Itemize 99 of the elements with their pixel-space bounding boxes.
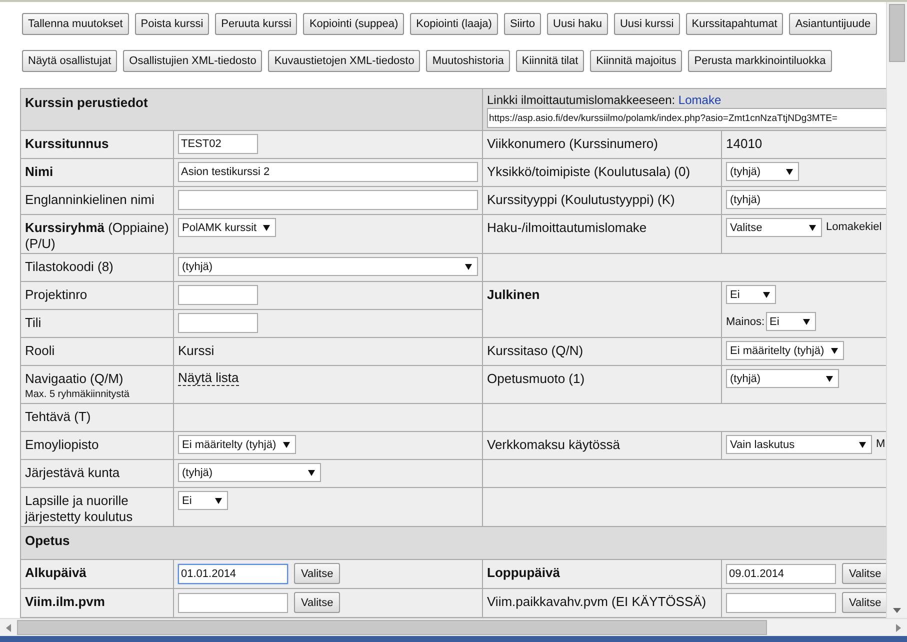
dropdown[interactable]: (tyhjä): [178, 257, 478, 276]
dropdown[interactable]: (tyhjä): [726, 190, 886, 209]
toolbar-button[interactable]: Kopiointi (suppea): [303, 13, 404, 35]
form-link[interactable]: Lomake: [678, 93, 722, 107]
field-label: Tilastokoodi (8): [25, 259, 114, 275]
toolbar-button[interactable]: Asiantuntijuude: [789, 13, 877, 35]
caret-icon: [465, 263, 472, 270]
caret-icon: [263, 224, 270, 231]
field-label: Loppupäivä: [487, 565, 561, 581]
caret-icon: [802, 318, 810, 325]
dropdown[interactable]: Ei: [726, 285, 776, 304]
section-title: Kurssin perustiedot: [21, 89, 482, 130]
field-label: M: [876, 437, 886, 452]
toolbar-button[interactable]: Osallistujien XML-tiedosto: [123, 50, 262, 72]
dropdown[interactable]: (tyhjä): [726, 162, 799, 181]
scrollbar-thumb[interactable]: [17, 620, 767, 635]
text-field[interactable]: [178, 285, 258, 305]
toolbar-button[interactable]: Näytä osallistujat: [22, 50, 118, 72]
field-label: Nimi: [25, 164, 54, 180]
toolbar-button[interactable]: Peruuta kurssi: [215, 13, 298, 35]
field-note: Max. 5 ryhmäkiinnitystä: [25, 388, 130, 402]
section-title: Opetus: [21, 527, 886, 559]
field-label: Haku-/ilmoittautumislomake: [487, 220, 648, 236]
dropdown[interactable]: Valitse: [726, 218, 822, 237]
choose-button[interactable]: Valitse: [842, 563, 886, 584]
caret-icon: [809, 224, 816, 231]
field-label: Viikkonumero (Kurssinumero): [487, 136, 659, 152]
date-field[interactable]: 01.01.2014: [178, 564, 288, 584]
dropdown[interactable]: Vain laskutus: [726, 435, 872, 454]
text-field[interactable]: Asion testikurssi 2: [178, 162, 478, 182]
toolbar-button[interactable]: Kiinnitä majoitus: [590, 50, 682, 72]
caret-icon: [215, 497, 222, 504]
toolbar-button[interactable]: Kuvaustietojen XML-tiedosto: [268, 50, 420, 72]
choose-button[interactable]: Valitse: [294, 563, 340, 584]
toolbar-button[interactable]: Perusta markkinointiluokka: [688, 50, 832, 72]
field-label: Mainos:: [726, 316, 765, 328]
field-label: Kurssitunnus: [25, 136, 110, 152]
field-value: 14010: [726, 135, 762, 151]
text-field[interactable]: [178, 313, 258, 333]
field-label: Opetusmuoto (1): [487, 371, 586, 387]
toolbar-button[interactable]: Uusi kurssi: [614, 13, 680, 35]
field-label: Englanninkielinen nimi: [25, 192, 156, 208]
caret-icon: [831, 347, 838, 354]
toolbar-button[interactable]: Tallenna muutokset: [22, 13, 129, 35]
link-caption: Linkki ilmoittautumislomakkeeseen: Lomake: [487, 93, 722, 107]
field-label: Projektinro: [25, 287, 88, 303]
field-label: Lapsille ja nuorille järjestetty koulutus: [25, 493, 134, 525]
vertical-scrollbar[interactable]: [886, 2, 907, 618]
toolbar-button[interactable]: Siirto: [504, 13, 542, 35]
field-label: Viim.ilm.pvm: [25, 594, 106, 610]
list-link[interactable]: Näytä lista: [178, 369, 239, 386]
field-label: Rooli: [25, 343, 56, 359]
field-label: Kurssityyppi (Koulutustyyppi) (K): [487, 192, 676, 208]
down-arrow-icon[interactable]: [893, 608, 901, 613]
dropdown[interactable]: PolAMK kurssit: [178, 218, 276, 237]
scrollbar-thumb[interactable]: [889, 4, 905, 62]
choose-button[interactable]: Valitse: [842, 592, 886, 613]
field-label: Viim.paikkavahv.pvm (EI KÄYTÖSSÄ): [487, 594, 708, 610]
dropdown[interactable]: Ei määritelty (tyhjä): [178, 435, 296, 454]
field-label: Tili: [25, 315, 42, 331]
field-label: Alkupäivä: [25, 565, 88, 581]
text-field[interactable]: TEST02: [178, 134, 258, 154]
dropdown[interactable]: Ei: [178, 491, 228, 510]
field-label: Lomakekiel: [826, 220, 882, 235]
field-label: Yksikkö/toimipiste (Koulutusala) (0): [487, 164, 692, 180]
text-field[interactable]: [178, 190, 478, 210]
date-field[interactable]: 09.01.2014: [726, 564, 836, 584]
caret-icon: [786, 168, 793, 175]
caret-icon: [308, 469, 315, 476]
toolbar-button[interactable]: Poista kurssi: [134, 13, 210, 35]
date-field[interactable]: [726, 592, 836, 612]
field-label: Julkinen: [487, 287, 541, 303]
caret-icon: [763, 291, 770, 298]
dropdown[interactable]: Ei määritelty (tyhjä): [726, 341, 844, 360]
field-label: Kurssiryhmä (Oppiaine) (P/U): [25, 220, 169, 252]
date-field[interactable]: [178, 592, 288, 612]
right-arrow-icon[interactable]: [896, 624, 901, 632]
field-label: Verkkomaksu käytössä: [487, 437, 621, 453]
dropdown[interactable]: Ei: [766, 312, 816, 331]
url-field[interactable]: https://asp.asio.fi/dev/kurssiilmo/polamk/index.php?asio=Zmt1cnNzaTtjNDg3MTE=: [487, 108, 886, 128]
choose-button[interactable]: Valitse: [294, 592, 340, 613]
horizontal-scrollbar[interactable]: [0, 618, 907, 636]
toolbar-button[interactable]: Uusi haku: [547, 13, 608, 35]
field-label: Tehtävä (T): [25, 409, 92, 425]
caret-icon: [859, 441, 866, 448]
dropdown[interactable]: (tyhjä): [726, 369, 839, 388]
toolbar-button[interactable]: Kurssitapahtumat: [686, 13, 784, 35]
caret-icon: [283, 441, 290, 448]
dropdown[interactable]: (tyhjä): [178, 463, 321, 482]
toolbar-button[interactable]: Kopiointi (laaja): [410, 13, 498, 35]
field-label: Järjestävä kunta: [25, 465, 121, 481]
left-arrow-icon[interactable]: [6, 624, 11, 632]
toolbar-button[interactable]: Kiinnitä tilat: [516, 50, 584, 72]
field-label: Emoyliopisto: [25, 437, 100, 453]
field-label: Navigaatio (Q/M): [25, 371, 124, 387]
caret-icon: [826, 375, 833, 382]
toolbar-button[interactable]: Muutoshistoria: [426, 50, 510, 72]
field-label: Kurssitaso (Q/N): [487, 343, 584, 359]
field-value: Kurssi: [178, 342, 214, 358]
